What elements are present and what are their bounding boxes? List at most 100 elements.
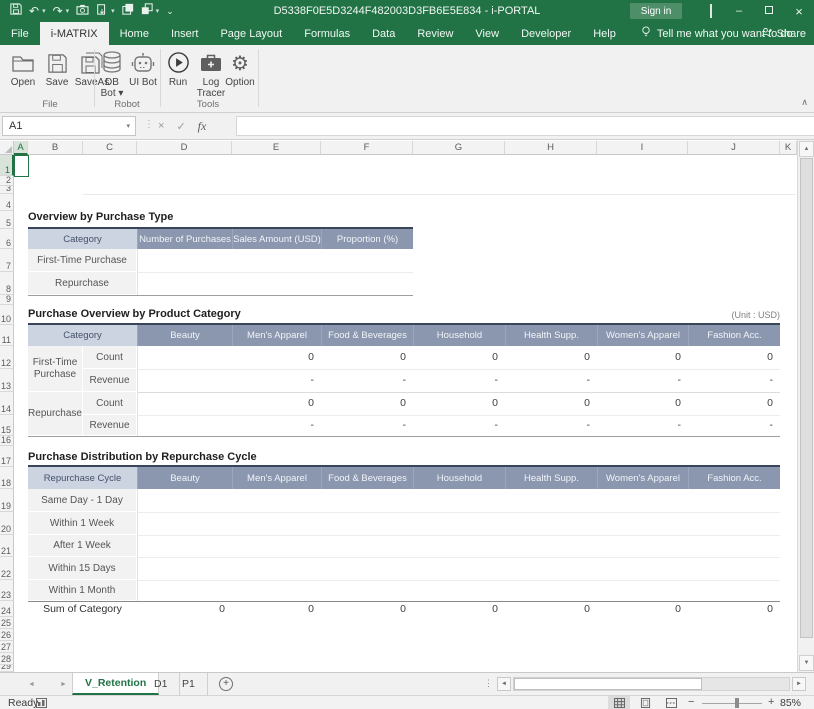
cell[interactable]: 0 <box>232 346 321 369</box>
table3-header[interactable]: Household <box>413 467 505 489</box>
table1-header[interactable]: Number of Purchases <box>137 229 232 249</box>
table3-row-label[interactable]: After 1 Week <box>28 535 137 557</box>
row-header[interactable]: 17 <box>0 446 14 467</box>
name-box-caret-icon[interactable]: ▾ <box>126 122 130 130</box>
cell[interactable]: - <box>321 369 413 392</box>
row-header[interactable]: 5 <box>0 211 14 229</box>
cell[interactable]: 0 <box>688 392 780 415</box>
cell[interactable]: - <box>413 369 505 392</box>
table1-header-category[interactable]: Category <box>28 229 137 249</box>
table2-header[interactable]: Food & Beverages <box>321 325 413 346</box>
cell[interactable]: 0 <box>597 392 688 415</box>
row-header[interactable]: 3 <box>0 186 14 194</box>
table1-row-label[interactable]: Repurchase <box>28 272 137 295</box>
table2-metric-label[interactable]: Count <box>83 346 137 369</box>
paste-caret-icon[interactable]: ▾ <box>111 7 115 15</box>
add-sheet-button[interactable]: + <box>219 677 233 691</box>
tab-file[interactable]: File <box>0 22 40 45</box>
column-header-a[interactable]: A <box>14 141 28 155</box>
column-header-b[interactable]: B <box>28 141 83 155</box>
column-header-k[interactable]: K <box>780 141 797 155</box>
zoom-level[interactable]: 85% <box>780 697 801 709</box>
zoom-slider-thumb[interactable] <box>735 698 739 708</box>
tab-page-layout[interactable]: Page Layout <box>209 22 293 45</box>
enter-icon[interactable]: ✓ <box>176 120 185 133</box>
row-header[interactable]: 11 <box>0 325 14 346</box>
table3-header[interactable]: Men's Apparel <box>232 467 321 489</box>
table3-header[interactable]: Food & Beverages <box>321 467 413 489</box>
undo-caret-icon[interactable]: ▾ <box>42 7 46 15</box>
cell[interactable]: - <box>232 415 321 436</box>
hscroll-right-icon[interactable]: ► <box>792 677 806 691</box>
table3-header[interactable]: Health Supp. <box>505 467 597 489</box>
table3-row-label[interactable]: Same Day - 1 Day <box>28 489 137 512</box>
paste-icon[interactable] <box>96 2 108 20</box>
column-header-g[interactable]: G <box>413 141 505 155</box>
ribbon-display-options-button[interactable] <box>696 0 726 22</box>
row-header[interactable]: 13 <box>0 369 14 392</box>
table2-header[interactable]: Men's Apparel <box>232 325 321 346</box>
table1-row-label[interactable]: First-Time Purchase <box>28 249 137 272</box>
share-button[interactable]: Share <box>761 22 806 45</box>
zoom-out-button[interactable]: − <box>688 696 694 708</box>
cell[interactable]: 0 <box>413 392 505 415</box>
minimize-button[interactable]: – <box>724 0 754 22</box>
table3-header[interactable]: Beauty <box>137 467 232 489</box>
row-header[interactable]: 29 <box>0 665 14 672</box>
cell[interactable]: 0 <box>688 601 780 617</box>
cell[interactable] <box>137 346 232 369</box>
ui-bot-button[interactable]: UI Bot <box>129 48 157 106</box>
formula-input[interactable] <box>236 116 814 136</box>
camera-icon[interactable] <box>76 2 89 20</box>
table1-header[interactable]: Proportion (%) <box>321 229 413 249</box>
vertical-scroll-thumb[interactable] <box>800 158 813 638</box>
cell[interactable]: - <box>688 415 780 436</box>
table2-metric-label[interactable]: Revenue <box>83 369 137 392</box>
row-header[interactable]: 12 <box>0 346 14 369</box>
normal-view-button[interactable] <box>608 696 630 709</box>
table3-row-label[interactable]: Within 15 Days <box>28 557 137 580</box>
scroll-down-icon[interactable]: ▼ <box>799 655 814 671</box>
table2-header[interactable]: Beauty <box>137 325 232 346</box>
row-header[interactable]: 28 <box>0 653 14 665</box>
table3-corner-header[interactable]: Repurchase Cycle <box>28 467 137 489</box>
cell[interactable]: - <box>597 415 688 436</box>
row-header[interactable]: 23 <box>0 580 14 601</box>
tab-home[interactable]: Home <box>109 22 160 45</box>
macro-record-icon[interactable] <box>36 698 47 709</box>
cell[interactable]: 0 <box>413 346 505 369</box>
cell[interactable]: 0 <box>321 346 413 369</box>
cell[interactable]: 0 <box>505 601 597 617</box>
cell[interactable]: 0 <box>688 346 780 369</box>
tab-help[interactable]: Help <box>582 22 627 45</box>
zoom-slider[interactable] <box>702 703 762 704</box>
horizontal-scrollbar[interactable] <box>513 677 790 691</box>
tab-insert[interactable]: Insert <box>160 22 210 45</box>
db-bot-button[interactable]: DB Bot ▾ <box>97 48 127 106</box>
cell[interactable]: 0 <box>137 601 232 617</box>
column-header-j[interactable]: J <box>688 141 780 155</box>
table2-header[interactable]: Household <box>413 325 505 346</box>
row-header[interactable]: 24 <box>0 601 14 617</box>
vertical-scrollbar[interactable]: ▲ ▼ <box>797 140 814 672</box>
tab-developer[interactable]: Developer <box>510 22 582 45</box>
cell[interactable]: - <box>232 369 321 392</box>
column-header-d[interactable]: D <box>137 141 232 155</box>
cell[interactable]: 0 <box>505 346 597 369</box>
table3-title[interactable]: Purchase Distribution by Repurchase Cycl… <box>28 451 257 463</box>
duplicate-icon[interactable] <box>141 2 153 20</box>
column-header-c[interactable]: C <box>83 141 137 155</box>
cell[interactable]: - <box>688 369 780 392</box>
tab-i-matrix[interactable]: i-MATRIX <box>40 22 109 45</box>
table3-header[interactable]: Women's Apparel <box>597 467 688 489</box>
tab-data[interactable]: Data <box>361 22 406 45</box>
column-header-e[interactable]: E <box>232 141 321 155</box>
table3-header[interactable]: Fashion Acc. <box>688 467 780 489</box>
sheet-nav-prev-icon[interactable]: ◄ <box>28 673 35 695</box>
option-button[interactable]: ⚙ Option <box>224 48 256 106</box>
cell[interactable]: 0 <box>321 601 413 617</box>
table2-group-label[interactable]: Repurchase <box>28 392 83 436</box>
column-header-i[interactable]: I <box>597 141 688 155</box>
page-layout-view-button[interactable] <box>634 696 656 709</box>
cell[interactable]: - <box>505 369 597 392</box>
